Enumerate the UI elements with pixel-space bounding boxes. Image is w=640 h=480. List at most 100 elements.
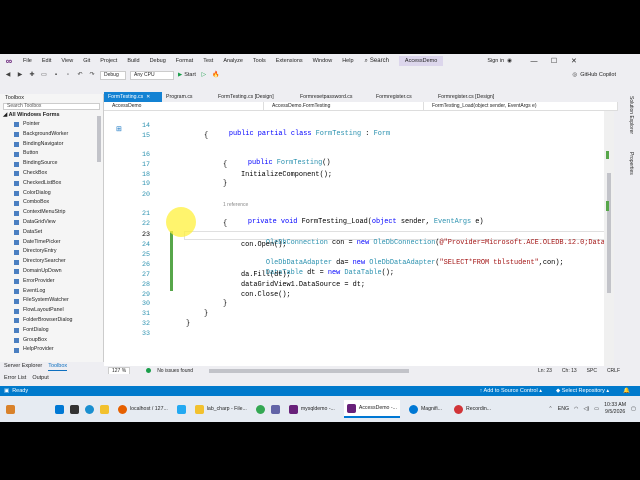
toolbox-item[interactable]: FlowLayoutPanel	[0, 306, 103, 316]
taskbar-app-accessdemo[interactable]: AccessDemo -...	[343, 400, 400, 418]
menu-help[interactable]: Help	[337, 54, 358, 68]
wifi-icon[interactable]: ◠	[574, 406, 579, 412]
toolbox-item[interactable]: DataSet	[0, 228, 103, 238]
platform-select[interactable]: Any CPU	[130, 70, 174, 80]
close-button[interactable]: ✕	[564, 57, 584, 65]
menu-test[interactable]: Test	[198, 54, 218, 68]
menu-git[interactable]: Git	[78, 54, 95, 68]
minimize-button[interactable]: —	[524, 58, 544, 65]
menu-debug[interactable]: Debug	[145, 54, 171, 68]
taskbar-app-recording[interactable]: Recordin...	[451, 400, 494, 418]
toolbox-item[interactable]: FontDialog	[0, 326, 103, 336]
taskbar-app-magnifier[interactable]: Magnifi...	[406, 400, 445, 418]
back-icon[interactable]: ◀	[4, 71, 12, 79]
scroll-thumb[interactable]	[607, 173, 611, 293]
doc-tab-formtesting-design[interactable]: FormTesting.cs [Design]	[214, 92, 296, 102]
member-dropdown[interactable]: FormTesting_Load(object sender, EventArg…	[424, 102, 618, 110]
editor-horizontal-scrollbar[interactable]	[209, 368, 410, 373]
toolbox-item[interactable]: ErrorProvider	[0, 277, 103, 287]
tab-server-explorer[interactable]: Server Explorer	[4, 362, 42, 371]
reference-codelens[interactable]: 1 reference	[223, 202, 248, 208]
menu-build[interactable]: Build	[122, 54, 144, 68]
start-icon[interactable]	[55, 404, 64, 414]
menu-window[interactable]: Window	[308, 54, 338, 68]
search-button[interactable]: ⌕ Search	[361, 56, 393, 66]
toolbox-item[interactable]: CheckBox	[0, 169, 103, 179]
toolbox-item[interactable]: CheckedListBox	[0, 179, 103, 189]
menu-view[interactable]: View	[56, 54, 78, 68]
project-dropdown[interactable]: AccessDemo	[104, 102, 264, 110]
vscode-icon[interactable]	[176, 404, 186, 414]
taskbar-app-mysqldemo[interactable]: mysqldemo -...	[286, 400, 338, 418]
hot-reload-icon[interactable]: 🔥	[212, 71, 220, 79]
toolbox-item[interactable]: EventLog	[0, 287, 103, 297]
menu-project[interactable]: Project	[95, 54, 122, 68]
language-indicator[interactable]: ENG	[558, 406, 569, 412]
toolbox-item[interactable]: Pointer	[0, 120, 103, 130]
redo-icon[interactable]: ↷	[88, 71, 96, 79]
toolbox-item[interactable]: DirectorySearcher	[0, 257, 103, 267]
toolbox-item[interactable]: FolderBrowserDialog	[0, 316, 103, 326]
widgets-icon[interactable]	[6, 404, 15, 414]
menu-extensions[interactable]: Extensions	[271, 54, 308, 68]
toolbox-item[interactable]: ComboBox	[0, 198, 103, 208]
tab-error-list[interactable]: Error List	[4, 374, 26, 383]
show-hidden-icons[interactable]: ⌃	[548, 406, 552, 412]
editor-vertical-scrollbar[interactable]	[604, 111, 614, 366]
menu-tools[interactable]: Tools	[248, 54, 271, 68]
toolbox-item[interactable]: DateTimePicker	[0, 238, 103, 248]
menu-analyze[interactable]: Analyze	[218, 54, 248, 68]
line-indicator[interactable]: Ln: 23	[538, 368, 552, 374]
undo-icon[interactable]: ↶	[76, 71, 84, 79]
start-button[interactable]: ▶ Start	[178, 72, 196, 78]
toolbox-scrollbar[interactable]	[97, 116, 101, 162]
volume-icon[interactable]: ◁)	[584, 406, 590, 412]
taskbar-clock[interactable]: 10:33 AM 9/5/2026	[604, 402, 626, 416]
close-tab-icon[interactable]: ✕	[146, 92, 150, 102]
edge-icon[interactable]	[85, 404, 94, 414]
notification-center-icon[interactable]: ▢	[631, 406, 636, 412]
issues-indicator[interactable]: No issues found	[157, 368, 193, 374]
taskbar-app-folder[interactable]: lab_charp - File...	[192, 400, 250, 418]
doc-tab-formresetpassword[interactable]: Formresetpassword.cs	[296, 92, 372, 102]
whitespace-indicator[interactable]: SPC	[587, 368, 597, 374]
taskbar-app-firefox[interactable]: localhost / 127...	[115, 400, 171, 418]
toolbox-item[interactable]: BindingSource	[0, 159, 103, 169]
toolbox-item[interactable]: ContextMenuStrip	[0, 208, 103, 218]
notifications-icon[interactable]: 🔔	[623, 388, 630, 394]
menu-edit[interactable]: Edit	[37, 54, 56, 68]
tab-toolbox[interactable]: Toolbox	[48, 362, 68, 371]
toolbox-item[interactable]: GroupBox	[0, 336, 103, 346]
configuration-select[interactable]: Debug	[100, 70, 126, 80]
tab-output[interactable]: Output	[32, 374, 49, 383]
toolbox-item[interactable]: DataGridView	[0, 218, 103, 228]
add-to-source-control-button[interactable]: ↑ Add to Source Control ▴	[480, 388, 542, 394]
github-copilot-button[interactable]: ◎ GitHub Copilot	[572, 72, 616, 78]
menu-format[interactable]: Format	[171, 54, 198, 68]
line-ending-indicator[interactable]: CRLF	[607, 368, 620, 374]
save-icon[interactable]: ▪	[52, 71, 60, 79]
task-view-icon[interactable]	[70, 404, 79, 414]
maximize-button[interactable]: ☐	[544, 57, 564, 65]
battery-icon[interactable]: ▭	[594, 406, 599, 412]
column-indicator[interactable]: Ch: 13	[562, 368, 577, 374]
toolbox-group-header[interactable]: ◢ All Windows Forms	[0, 111, 103, 120]
code-editor[interactable]: ⊞ 14 15 16 17 18 19 20 21 22 23 24 25 26 27 28 29 30 31 32…	[104, 111, 614, 366]
toolbox-item[interactable]: DomainUpDown	[0, 267, 103, 277]
run-without-debug-icon[interactable]: ▷	[200, 71, 208, 79]
file-explorer-icon[interactable]	[100, 404, 109, 414]
save-all-icon[interactable]: ▫	[64, 71, 72, 79]
doc-tab-formregister-design[interactable]: Formregister.cs [Design]	[434, 92, 518, 102]
toolbox-item[interactable]: ColorDialog	[0, 189, 103, 199]
toolbox-item[interactable]: BackgroundWorker	[0, 130, 103, 140]
tab-properties[interactable]: Properties	[628, 152, 634, 175]
tab-solution-explorer[interactable]: Solution Explorer	[628, 96, 634, 134]
select-repository-button[interactable]: ◆ Select Repository ▴	[556, 388, 609, 394]
toolbox-item[interactable]: DirectoryEntry	[0, 247, 103, 257]
toolbox-item[interactable]: Button	[0, 149, 103, 159]
toolbox-item[interactable]: BindingNavigator	[0, 140, 103, 150]
sign-in-button[interactable]: Sign in ◉	[487, 58, 512, 64]
doc-tab-formregister-cs[interactable]: Formregister.cs	[372, 92, 434, 102]
menu-file[interactable]: File	[18, 54, 37, 68]
toolbox-search-input[interactable]: Search Toolbox	[3, 103, 100, 110]
